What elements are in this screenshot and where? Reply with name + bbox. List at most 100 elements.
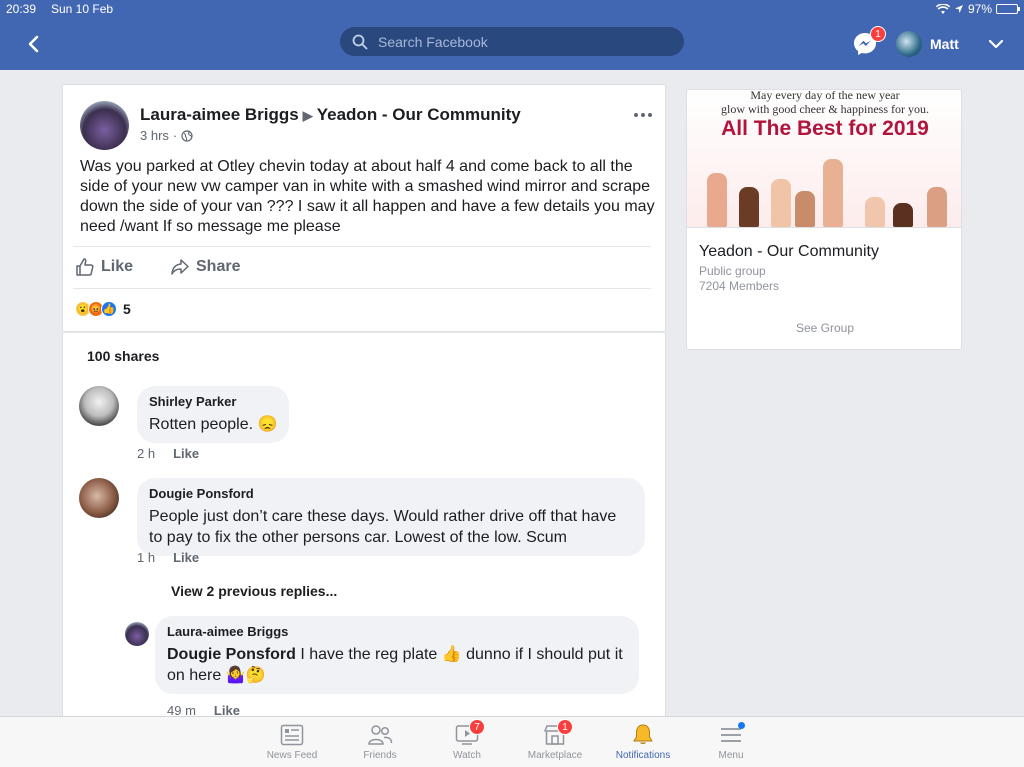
tab-notifications[interactable]: Notifications (603, 722, 683, 761)
reply-text: Dougie Ponsford I have the reg plate 👍 d… (167, 644, 627, 686)
meta-separator: · (172, 128, 178, 143)
wifi-icon (935, 3, 950, 14)
thumbs-up-icon (76, 258, 94, 276)
account-menu-button[interactable] (986, 34, 1006, 54)
thumbs-up-hand-icon (739, 187, 759, 227)
profile-avatar (896, 31, 922, 57)
view-previous-replies-link[interactable]: View 2 previous replies... (171, 583, 337, 599)
comment-bubble: Dougie Ponsford People just don’t care t… (137, 478, 645, 556)
thumbs-up-hand-icon (707, 173, 727, 227)
post-meta: 3 hrs · (140, 128, 193, 143)
status-time: 20:39 (6, 2, 37, 16)
messenger-button[interactable]: 1 (852, 26, 886, 57)
news-feed-icon (278, 722, 306, 748)
reply-bubble: Laura-aimee Briggs Dougie Ponsford I hav… (155, 616, 639, 694)
watch-badge: 7 (469, 719, 485, 735)
comments-section: 100 shares Shirley Parker Rotten people.… (62, 333, 666, 717)
post-time[interactable]: 3 hrs (140, 128, 169, 143)
group-member-count: 7204 Members (699, 279, 780, 293)
banner-title: All The Best for 2019 (721, 117, 929, 140)
marketplace-badge: 1 (557, 719, 573, 735)
friends-icon (366, 722, 394, 748)
status-bar: 20:39 Sun 10 Feb 97% (0, 2, 1024, 18)
commenter-avatar[interactable] (79, 386, 119, 426)
reply-like-button[interactable]: Like (214, 703, 240, 717)
comment-like-button[interactable]: Like (173, 446, 199, 461)
share-label: Share (196, 258, 241, 275)
group-link[interactable]: Yeadon - Our Community (317, 105, 521, 124)
thumbs-up-hand-icon (893, 203, 913, 227)
comment-text: People just don’t care these days. Would… (149, 508, 617, 546)
status-date: Sun 10 Feb (51, 2, 114, 16)
reply-actions: 49 m Like (167, 703, 240, 717)
profile-name: Matt (930, 36, 959, 52)
globe-icon (181, 129, 193, 142)
like-button[interactable]: Like (75, 257, 133, 277)
like-label: Like (101, 258, 134, 275)
navigation-bar: 20:39 Sun 10 Feb 97% 1 Matt (0, 0, 1024, 70)
tab-label: Marketplace (527, 750, 583, 761)
tab-friends[interactable]: Friends (340, 722, 420, 761)
comment-like-button[interactable]: Like (173, 550, 199, 565)
tab-marketplace[interactable]: 1 Marketplace (515, 719, 595, 761)
reactions-summary[interactable]: 😮 😡 👍 5 (75, 301, 131, 317)
tab-label: Menu (718, 750, 744, 761)
comment-bubble: Shirley Parker Rotten people. 😞 (137, 386, 290, 443)
back-button[interactable] (22, 32, 44, 56)
profile-button[interactable]: Matt (896, 31, 959, 57)
thumbs-up-hand-icon (823, 159, 843, 227)
battery-icon (996, 4, 1020, 14)
battery-percent: 97% (967, 2, 992, 16)
comment-time[interactable]: 1 h (137, 550, 155, 565)
comment-author[interactable]: Dougie Ponsford (149, 486, 633, 501)
tab-label: Friends (363, 750, 397, 761)
status-indicators: 97% (935, 2, 1020, 16)
group-name[interactable]: Yeadon - Our Community (699, 243, 879, 261)
commenter-avatar[interactable] (79, 478, 119, 518)
divider (73, 246, 651, 247)
reaction-count: 5 (123, 301, 131, 317)
tab-label: Notifications (615, 750, 671, 761)
tab-watch[interactable]: 7 Watch (427, 719, 507, 761)
reply-author[interactable]: Laura-aimee Briggs (167, 624, 627, 639)
post-header: Laura-aimee Briggs ▶ Yeadon - Our Communit… (140, 105, 521, 125)
more-options-button[interactable] (631, 107, 655, 123)
reply-avatar[interactable] (125, 622, 149, 646)
search-icon (352, 34, 368, 49)
group-cover-image[interactable]: May every day of the new year glow with … (687, 90, 961, 228)
tab-news-feed[interactable]: News Feed (252, 722, 332, 761)
menu-notification-dot (738, 722, 745, 729)
reply-time[interactable]: 49 m (167, 703, 196, 717)
post-card: Laura-aimee Briggs ▶ Yeadon - Our Communit… (62, 84, 666, 332)
share-button[interactable]: Share (170, 257, 240, 277)
marketplace-icon: 1 (541, 719, 573, 748)
banner-line: glow with good cheer & happiness for you… (721, 102, 929, 116)
author-avatar[interactable] (80, 101, 129, 150)
thumbs-up-hand-icon (865, 197, 885, 227)
search-bar[interactable] (340, 27, 684, 56)
more-dots-icon (634, 113, 652, 117)
search-input[interactable] (378, 33, 668, 50)
post-text: Was you parked at Otley chevin today at … (80, 158, 655, 235)
comment-actions: 2 h Like (137, 446, 199, 461)
watch-icon: 7 (453, 719, 485, 748)
chevron-left-icon (28, 35, 39, 53)
location-icon (954, 5, 963, 13)
shares-count[interactable]: 100 shares (87, 348, 159, 364)
comment-author[interactable]: Shirley Parker (149, 394, 277, 409)
comment-actions: 1 h Like (137, 550, 199, 565)
like-reaction-icon: 👍 (101, 301, 117, 317)
reply-mention[interactable]: Dougie Ponsford (167, 646, 296, 663)
see-group-button[interactable]: See Group (687, 321, 961, 335)
comment-time[interactable]: 2 h (137, 446, 155, 461)
bottom-tab-bar: News Feed Friends 7 Watch 1 Marketplace … (0, 716, 1024, 767)
tab-menu[interactable]: Menu (691, 722, 771, 761)
chevron-down-icon (988, 39, 1004, 49)
menu-icon (717, 722, 745, 748)
messenger-badge: 1 (870, 26, 886, 42)
group-card: May every day of the new year glow with … (686, 89, 962, 350)
author-name[interactable]: Laura-aimee Briggs (140, 105, 299, 124)
divider (73, 288, 651, 289)
triangle-right-icon: ▶ (302, 108, 313, 123)
bell-icon (629, 722, 657, 748)
